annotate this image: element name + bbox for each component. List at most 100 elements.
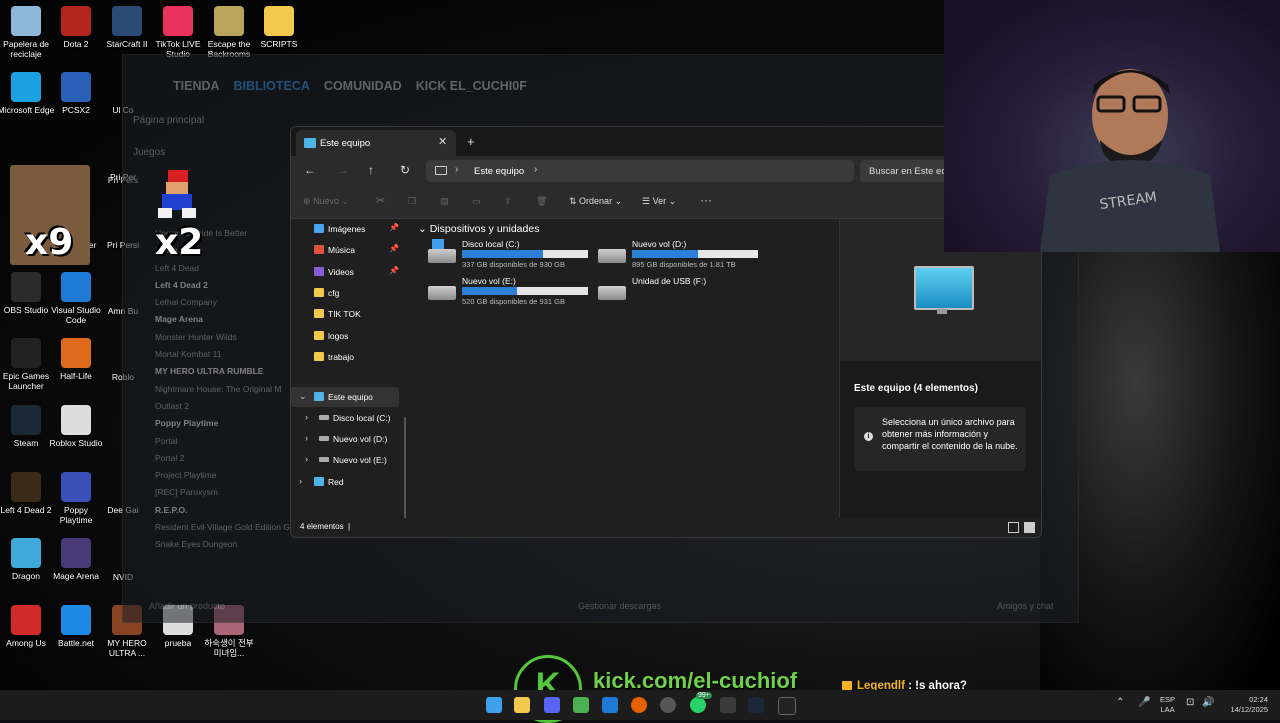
- tree-item-red[interactable]: › Red: [291, 472, 399, 492]
- friends-chat-link[interactable]: Amigos y chat: [997, 601, 1054, 611]
- details-view-icon[interactable]: [1008, 522, 1019, 533]
- up-icon[interactable]: ↑: [368, 163, 374, 177]
- microphone-icon[interactable]: 🎤: [1138, 698, 1150, 708]
- desktop-icon[interactable]: SCRIPTS: [250, 6, 308, 49]
- volume-icon[interactable]: 🔊: [1202, 698, 1214, 708]
- address-input[interactable]: › Este equipo ›: [426, 160, 854, 182]
- chevron-down-icon[interactable]: ⌄: [299, 391, 307, 402]
- app-icon[interactable]: [720, 697, 736, 713]
- discord-icon[interactable]: [544, 697, 560, 713]
- quick-access-item[interactable]: cfg: [291, 283, 399, 303]
- downloads-link[interactable]: Gestionar descargas: [578, 601, 661, 611]
- quick-access-item[interactable]: TIK TOK: [291, 304, 399, 324]
- vscode-icon[interactable]: [602, 697, 618, 713]
- firefox-icon[interactable]: [631, 697, 647, 713]
- drive-tile[interactable]: Nuevo vol (E:) 520 GB disponibles de 931 …: [426, 276, 596, 308]
- chevron-right-icon[interactable]: ›: [305, 433, 308, 443]
- steam-library-item[interactable]: R.E.P.O.: [155, 502, 290, 519]
- steam-library-item[interactable]: Mage Arena: [155, 311, 290, 328]
- steam-library-item[interactable]: Outlast 2: [155, 398, 290, 415]
- drive-tile[interactable]: Nuevo vol (D:) 895 GB disponibles de 1.81…: [596, 239, 766, 271]
- rename-icon[interactable]: ▭: [472, 196, 481, 207]
- tree-item-este-equipo[interactable]: ⌄ Este equipo: [291, 387, 399, 407]
- chevron-up-icon[interactable]: ⌃: [1116, 698, 1124, 708]
- share-icon[interactable]: ⇪: [504, 196, 512, 207]
- quick-access-item[interactable]: trabajo: [291, 347, 399, 367]
- tree-item-drive-e[interactable]: › Nuevo vol (E:): [291, 450, 399, 470]
- chrome-icon[interactable]: [573, 697, 589, 713]
- steam-library-item[interactable]: Poppy Playtime: [155, 415, 290, 432]
- steam-library-item[interactable]: Monster Hunter Wilds: [155, 329, 290, 346]
- clock[interactable]: 02:24 14/12/2025: [1226, 695, 1268, 715]
- steam-games-filter[interactable]: Juegos: [133, 147, 165, 158]
- desktop-icon[interactable]: Dota 2: [47, 6, 105, 49]
- steam-library-item[interactable]: Resident Evil Village Gold Edition G: [155, 519, 290, 536]
- chevron-right-icon[interactable]: ›: [534, 164, 537, 175]
- steam-nav-store[interactable]: TIENDA: [173, 79, 220, 93]
- paste-icon[interactable]: ▤: [440, 196, 449, 207]
- epic-icon[interactable]: [778, 697, 796, 715]
- quick-access-item[interactable]: Música 📌: [291, 240, 399, 260]
- steam-library-item[interactable]: Portal: [155, 433, 290, 450]
- desktop-icon[interactable]: Roblox Studio: [47, 405, 105, 448]
- steam-library-item[interactable]: Portal 2: [155, 450, 290, 467]
- desktop-icon[interactable]: TikTok LIVE Studio: [149, 6, 207, 59]
- new-tab-icon[interactable]: +: [467, 134, 475, 149]
- clock-icon[interactable]: [660, 697, 676, 713]
- tiles-view-icon[interactable]: [1024, 522, 1035, 533]
- drive-usage-fill: [462, 250, 543, 258]
- desktop-icon[interactable]: PCSX2: [47, 72, 105, 115]
- quick-access-item[interactable]: Videos 📌: [291, 262, 399, 282]
- chevron-right-icon[interactable]: ›: [305, 412, 308, 422]
- tree-item-drive-c[interactable]: › Disco local (C:): [291, 408, 399, 428]
- steam-library-item[interactable]: Nightmare House: The Original M: [155, 381, 290, 398]
- more-options-button[interactable]: ···: [700, 193, 712, 207]
- desktop-icon[interactable]: Poppy Playtime: [47, 472, 105, 525]
- desktop-icon[interactable]: Half-Life: [47, 338, 105, 381]
- steam-home-link[interactable]: Página principal: [133, 115, 204, 126]
- language-indicator[interactable]: ESP LAA: [1160, 695, 1175, 715]
- desktop-icon[interactable]: Battle.net: [47, 605, 105, 648]
- tab-este-equipo[interactable]: Este equipo ✕: [296, 130, 456, 156]
- steam-nav-profile[interactable]: KICK EL_CUCHI0F: [416, 79, 527, 93]
- steam-library-item[interactable]: Snake Eyes Dungeon: [155, 536, 290, 553]
- chevron-right-icon[interactable]: ›: [299, 476, 302, 486]
- new-button[interactable]: ⊕ Nuevo ⌄: [303, 196, 349, 207]
- start-icon[interactable]: [486, 697, 502, 713]
- drive-tile[interactable]: Unidad de USB (F:): [596, 276, 766, 308]
- devices-section-header[interactable]: ⌄ Dispositivos y unidades: [418, 223, 539, 235]
- delete-icon[interactable]: 🗑: [536, 196, 547, 207]
- steam-library-item[interactable]: Mortal Kombat 11: [155, 346, 290, 363]
- whatsapp-icon[interactable]: [690, 697, 706, 713]
- desktop-icon[interactable]: StarCraft II: [98, 6, 156, 49]
- steam-library-item[interactable]: Left 4 Dead 2: [155, 277, 290, 294]
- steam-library-item[interactable]: Project Playtime: [155, 467, 290, 484]
- desktop-icon[interactable]: Mage Arena: [47, 538, 105, 581]
- refresh-icon[interactable]: ↻: [400, 163, 410, 177]
- forward-icon[interactable]: →: [337, 163, 349, 177]
- quick-access-item[interactable]: Imágenes 📌: [291, 219, 399, 239]
- desktop-icon[interactable]: Visual Studio Code: [47, 272, 105, 325]
- close-icon[interactable]: ✕: [438, 135, 447, 148]
- drive-tile[interactable]: Disco local (C:) 337 GB disponibles de 93…: [426, 239, 596, 271]
- quick-access-item[interactable]: logos: [291, 326, 399, 346]
- network-icon[interactable]: ⊡: [1186, 698, 1194, 708]
- steam-library-item[interactable]: MY HERO ULTRA RUMBLE: [155, 363, 290, 380]
- back-icon[interactable]: ←: [304, 163, 316, 177]
- steam-icon[interactable]: [748, 697, 764, 713]
- chevron-right-icon[interactable]: ›: [305, 454, 308, 464]
- view-button[interactable]: ☰ Ver ⌄: [642, 196, 676, 207]
- desktop-icon-label: PCSX2: [62, 105, 90, 115]
- steam-library-item[interactable]: [REC] Paroxysm: [155, 484, 290, 501]
- add-product-link[interactable]: Añadir un producto: [149, 601, 225, 611]
- steam-nav-community[interactable]: COMUNIDAD: [324, 79, 402, 93]
- sort-button[interactable]: ⇅ Ordenar ⌄: [569, 196, 622, 207]
- halflife-icon: [61, 338, 91, 368]
- cut-icon[interactable]: ✂: [376, 194, 385, 207]
- tree-item-drive-d[interactable]: › Nuevo vol (D:): [291, 429, 399, 449]
- copy-icon[interactable]: ❐: [408, 196, 416, 207]
- desktop-icon-label: MY HERO ULTRA ...: [107, 638, 147, 658]
- steam-nav-library[interactable]: BIBLIOTECA: [234, 79, 310, 93]
- file-explorer-icon[interactable]: [514, 697, 530, 713]
- steam-library-item[interactable]: Lethal Company: [155, 294, 290, 311]
